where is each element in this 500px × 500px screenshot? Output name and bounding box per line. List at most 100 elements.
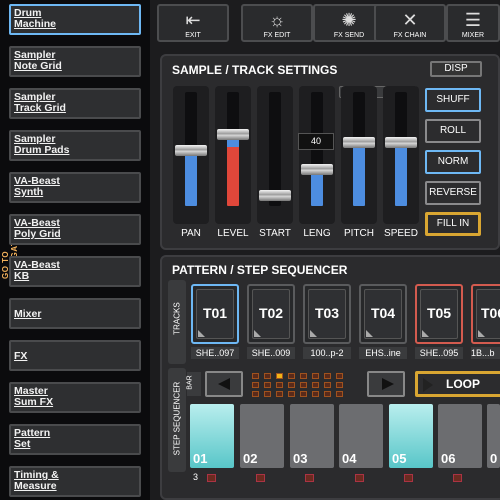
step-pad[interactable]: 05 [389, 404, 433, 468]
pan-fill [185, 151, 197, 206]
track-button-t01[interactable]: T01 [191, 284, 239, 344]
fx-chain-button[interactable]: ✕ FX CHAIN [374, 4, 446, 42]
roll-button[interactable]: ROLL [425, 119, 481, 143]
leng-value-display: 40 [298, 133, 334, 150]
track-button-t03[interactable]: T03 [303, 284, 351, 344]
track-name: SHE..097 [191, 347, 239, 359]
nav-label: Sampler Track Grid [14, 91, 66, 114]
navigation-sidebar: GO TO NAVIGATION Drum Machine Sampler No… [0, 0, 150, 500]
speed-label: SPEED [384, 228, 418, 239]
mixer-button[interactable]: ☰ MIXER [446, 4, 500, 42]
start-knob[interactable] [259, 190, 291, 201]
level-slider[interactable] [215, 86, 251, 224]
nav-pattern-set[interactable]: Pattern Set [9, 424, 141, 455]
step-number: 02 [243, 451, 258, 466]
mixer-icon: ☰ [464, 10, 482, 30]
track-id: T03 [314, 305, 340, 321]
mixer-label: MIXER [461, 32, 485, 39]
fill-in-button[interactable]: FILL IN [425, 212, 481, 236]
step-indicator [207, 474, 216, 482]
nav-timing-measure[interactable]: Timing & Measure [9, 466, 141, 497]
leng-slider[interactable] [299, 86, 335, 224]
nav-label: VA-Beast KB [14, 259, 60, 282]
nav-master-sum-fx[interactable]: Master Sum FX [9, 382, 141, 413]
loop-button[interactable]: LOOP [415, 371, 500, 397]
fx-edit-label: FX EDIT [263, 32, 291, 39]
nav-sampler-drum-pads[interactable]: Sampler Drum Pads [9, 130, 141, 161]
fx-chain-icon: ✕ [402, 10, 418, 30]
bar-prev-button[interactable] [205, 371, 243, 397]
step-pad[interactable]: 0 [487, 404, 500, 468]
step-pad[interactable]: 03 [290, 404, 334, 468]
step-number: 01 [193, 451, 208, 466]
start-slider[interactable] [257, 86, 293, 224]
exit-button[interactable]: ⇤ EXIT [157, 4, 229, 42]
track-button-t02[interactable]: T02 [247, 284, 295, 344]
nav-label: Sampler Drum Pads [14, 133, 70, 156]
track-button-t06[interactable]: T06 [471, 284, 500, 344]
reverse-button[interactable]: REVERSE [425, 181, 481, 205]
speed-slider[interactable] [383, 86, 419, 224]
nav-mixer[interactable]: Mixer [9, 298, 141, 329]
nav-drum-machine[interactable]: Drum Machine [9, 4, 141, 35]
step-indicator [404, 474, 413, 482]
pan-slider[interactable] [173, 86, 209, 224]
step-indicator [256, 474, 265, 482]
bar-led [336, 373, 343, 379]
nav-sampler-note-grid[interactable]: Sampler Note Grid [9, 46, 141, 77]
nav-va-beast-synth[interactable]: VA-Beast Synth [9, 172, 141, 203]
step-indicator [355, 474, 364, 482]
norm-button[interactable]: NORM [425, 150, 481, 174]
arrow-left-icon [218, 378, 230, 390]
nav-fx[interactable]: FX [9, 340, 141, 371]
play-icon [423, 378, 433, 392]
fx-edit-icon: ☼ [268, 10, 286, 30]
level-knob[interactable] [217, 129, 249, 141]
pan-label: PAN [181, 228, 201, 239]
tracks-tab: TRACKS [168, 280, 186, 364]
nav-label: Mixer [14, 308, 42, 320]
step-pad[interactable]: 01 [190, 404, 234, 468]
nav-label: VA-Beast Poly Grid [14, 217, 61, 240]
track-button-t04[interactable]: T04 [359, 284, 407, 344]
speed-knob[interactable] [385, 137, 417, 149]
pan-track [175, 92, 207, 206]
disp-button[interactable]: DISP [430, 61, 482, 77]
bar-led [300, 391, 307, 397]
bar-led [324, 373, 331, 379]
pitch-label: PITCH [344, 228, 374, 239]
track-button-t05[interactable]: T05 [415, 284, 463, 344]
bar-led [264, 391, 271, 397]
nav-sampler-track-grid[interactable]: Sampler Track Grid [9, 88, 141, 119]
step-sequencer-label: STEP SEQUENCER [172, 381, 182, 456]
track-id: T04 [370, 305, 396, 321]
bar-next-button[interactable] [367, 371, 405, 397]
leng-knob[interactable] [301, 163, 333, 175]
bar-label: BAR [186, 375, 194, 390]
bar-led [300, 382, 307, 388]
step-number: 0 [490, 451, 498, 466]
shuff-button[interactable]: SHUFF [425, 88, 481, 112]
bar-led [312, 382, 319, 388]
step-pad[interactable]: 02 [240, 404, 284, 468]
nav-label: FX [14, 350, 28, 362]
level-fill [227, 135, 239, 206]
step-pad[interactable]: 04 [339, 404, 383, 468]
corner-triangle-icon [422, 330, 429, 337]
corner-triangle-icon [366, 330, 373, 337]
nav-label: Drum Machine [14, 7, 57, 30]
fx-edit-button[interactable]: ☼ FX EDIT [241, 4, 313, 42]
nav-va-beast-kb[interactable]: VA-Beast KB [9, 256, 141, 287]
loop-label: LOOP [446, 377, 481, 391]
nav-va-beast-poly-grid[interactable]: VA-Beast Poly Grid [9, 214, 141, 245]
bar-led [276, 391, 283, 397]
exit-label: EXIT [185, 32, 201, 39]
bar-led [252, 391, 259, 397]
bar-led [336, 382, 343, 388]
track-id: T06 [481, 305, 500, 321]
step-pad[interactable]: 06 [438, 404, 482, 468]
pan-knob[interactable] [175, 145, 207, 157]
pitch-slider[interactable] [341, 86, 377, 224]
track-name: 1B...b [471, 347, 500, 359]
pitch-knob[interactable] [343, 137, 375, 149]
